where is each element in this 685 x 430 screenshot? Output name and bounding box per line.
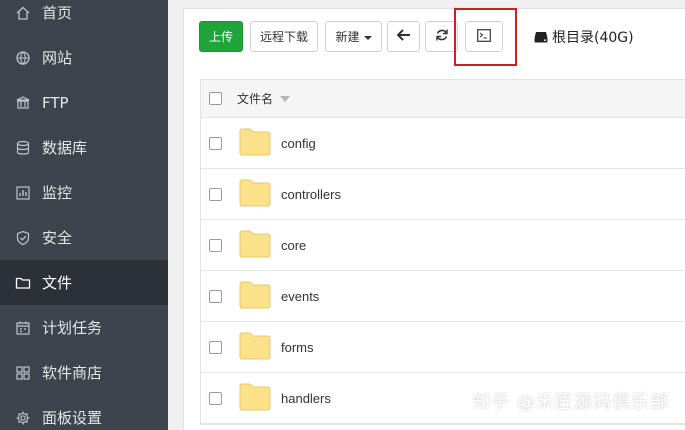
- calendar-icon: [14, 319, 32, 337]
- folder-icon: [239, 332, 271, 360]
- sidebar-item-label: 计划任务: [42, 319, 103, 337]
- file-name[interactable]: events: [281, 289, 319, 304]
- globe-icon: [14, 49, 32, 67]
- folder-icon: [239, 230, 271, 258]
- disk-label: 根目录(40G): [552, 29, 634, 46]
- sidebar-item-database[interactable]: 数据库: [0, 125, 168, 170]
- row-checkbox[interactable]: [209, 187, 222, 201]
- file-name[interactable]: forms: [281, 340, 314, 355]
- row-checkbox[interactable]: [209, 289, 222, 303]
- remote-download-button[interactable]: 远程下载: [250, 21, 318, 52]
- row-checkbox[interactable]: [209, 391, 222, 405]
- table-row[interactable]: core: [201, 220, 685, 271]
- file-table: 文件名 config controllers core events forms: [200, 79, 685, 425]
- watermark: 知乎 @禾匠源码俱乐部: [472, 392, 669, 413]
- apps-icon: [14, 364, 32, 382]
- sidebar-item-label: 网站: [42, 49, 73, 67]
- sidebar-item-files[interactable]: 文件: [0, 260, 168, 305]
- highlight-box: [454, 8, 517, 66]
- folder-icon: [14, 274, 32, 292]
- gear-icon: [14, 409, 32, 427]
- row-checkbox[interactable]: [209, 238, 222, 252]
- folder-icon: [239, 128, 271, 156]
- monitor-icon: [14, 184, 32, 202]
- folder-icon: [239, 179, 271, 207]
- table-row[interactable]: config: [201, 118, 685, 169]
- new-button-label: 新建: [335, 30, 360, 44]
- file-name[interactable]: handlers: [281, 391, 331, 406]
- sidebar-item-label: 首页: [42, 4, 73, 22]
- sidebar-item-ftp[interactable]: FTP: [0, 80, 168, 125]
- sort-icon[interactable]: [280, 96, 290, 102]
- chevron-down-icon: [363, 35, 372, 40]
- folder-icon: [239, 281, 271, 309]
- file-name[interactable]: controllers: [281, 187, 341, 202]
- row-checkbox[interactable]: [209, 340, 222, 354]
- sidebar-item-label: 面板设置: [42, 409, 103, 427]
- sidebar-item-security[interactable]: 安全: [0, 215, 168, 260]
- sidebar-item-settings[interactable]: 面板设置: [0, 395, 168, 430]
- sidebar-item-label: FTP: [42, 93, 69, 112]
- refresh-icon: [435, 28, 449, 45]
- sidebar-item-cron[interactable]: 计划任务: [0, 305, 168, 350]
- file-name[interactable]: config: [281, 136, 316, 151]
- row-checkbox[interactable]: [209, 136, 222, 150]
- table-row[interactable]: forms: [201, 322, 685, 373]
- folder-icon: [239, 383, 271, 411]
- column-filename[interactable]: 文件名: [237, 90, 273, 107]
- sidebar: 首页 网站 FTP 数据库 监控 安全 文件 计划任务 软件商店 面板设置: [0, 0, 168, 430]
- sidebar-item-monitor[interactable]: 监控: [0, 170, 168, 215]
- sidebar-item-label: 软件商店: [42, 364, 103, 382]
- hdd-icon: [534, 31, 548, 42]
- database-icon: [14, 139, 32, 157]
- sidebar-item-home[interactable]: 首页: [0, 0, 168, 35]
- disk-selector[interactable]: 根目录(40G): [534, 21, 634, 52]
- sidebar-item-label: 安全: [42, 229, 73, 247]
- sidebar-item-label: 监控: [42, 184, 73, 202]
- file-manager-panel: 上传 远程下载 新建 根目录(40G) 文件名 config controlle…: [183, 8, 685, 430]
- back-button[interactable]: [387, 21, 420, 52]
- table-header: 文件名: [201, 80, 685, 118]
- file-name[interactable]: core: [281, 238, 306, 253]
- sidebar-item-label: 文件: [42, 274, 73, 292]
- new-button[interactable]: 新建: [325, 21, 382, 52]
- sidebar-item-store[interactable]: 软件商店: [0, 350, 168, 395]
- select-all-checkbox[interactable]: [209, 92, 222, 105]
- table-row[interactable]: controllers: [201, 169, 685, 220]
- table-row[interactable]: events: [201, 271, 685, 322]
- ftp-icon: [14, 94, 32, 112]
- sidebar-item-label: 数据库: [42, 139, 88, 157]
- home-icon: [14, 4, 32, 22]
- shield-icon: [14, 229, 32, 247]
- upload-button[interactable]: 上传: [199, 21, 243, 52]
- sidebar-item-website[interactable]: 网站: [0, 35, 168, 80]
- arrow-left-icon: [396, 29, 411, 44]
